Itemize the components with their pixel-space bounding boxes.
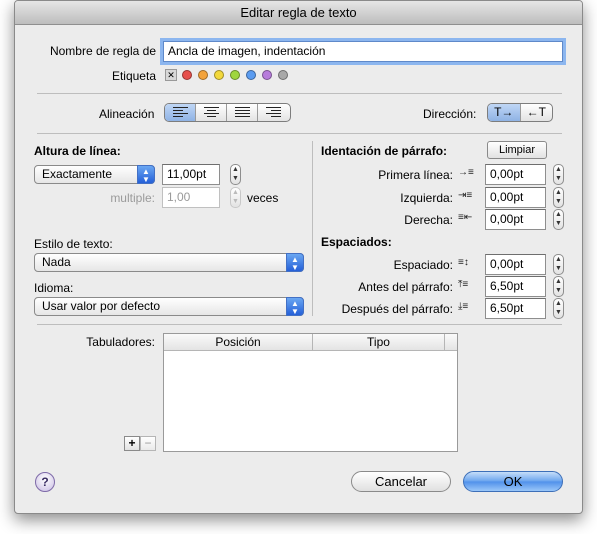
clear-button[interactable]: Limpiar: [487, 141, 547, 159]
direction-ltr-button[interactable]: T→: [488, 104, 521, 121]
add-tab-button[interactable]: +: [124, 436, 140, 451]
after-paragraph-label: Después del párrafo:: [341, 302, 453, 316]
tag-color-dot[interactable]: [246, 70, 256, 80]
tag-color-dot[interactable]: [278, 70, 288, 80]
separator: [37, 93, 562, 94]
before-paragraph-input[interactable]: 6,50pt: [485, 276, 546, 297]
popup-arrows-icon: ▲ ▼: [286, 253, 304, 272]
align-center-icon[interactable]: [196, 104, 227, 121]
spacing-heading: Espaciados:: [321, 235, 392, 249]
rule-name-input[interactable]: Ancla de imagen, indentación: [163, 41, 563, 62]
tag-none-icon[interactable]: ✕: [165, 69, 177, 81]
line-height-mode-value: Exactamente: [42, 167, 113, 181]
align-justify-icon[interactable]: [227, 104, 258, 121]
text-style-value: Nada: [42, 255, 71, 269]
right-indent-label: Derecha:: [404, 213, 453, 227]
alignment-segmented-control: [164, 103, 291, 122]
tag-color-dot[interactable]: [198, 70, 208, 80]
left-indent-label: Izquierda:: [400, 191, 453, 205]
line-spacing-icon: ≡↕: [458, 257, 469, 268]
direction-segmented-control: T→ ←T: [487, 103, 553, 122]
left-indent-stepper[interactable]: ▲ ▼: [553, 187, 564, 208]
tabs-table-header: Posición Tipo: [164, 334, 457, 351]
popup-arrows-icon: ▲ ▼: [137, 165, 155, 184]
after-paragraph-stepper[interactable]: ▲ ▼: [553, 298, 564, 319]
cancel-button[interactable]: Cancelar: [351, 471, 451, 492]
space-after-icon: ⤓≡: [458, 301, 469, 312]
spacing-input[interactable]: 0,00pt: [485, 254, 546, 275]
indent-heading: Identación de párrafo:: [321, 144, 448, 158]
rule-name-label: Nombre de regla de: [49, 44, 156, 58]
right-indent-icon: ≡⇤: [458, 212, 473, 223]
multiple-label: multiple:: [110, 191, 155, 205]
column-header-position[interactable]: Posición: [164, 334, 313, 350]
first-line-stepper[interactable]: ▲ ▼: [553, 164, 564, 185]
right-indent-input[interactable]: 0,00pt: [485, 209, 546, 230]
spacing-label: Espaciado:: [393, 258, 453, 272]
line-height-input[interactable]: 11,00pt: [162, 164, 220, 185]
multiple-input[interactable]: 1,00: [162, 187, 220, 208]
direction-label: Dirección:: [423, 107, 477, 121]
tag-color-dot[interactable]: [214, 70, 224, 80]
tabs-label: Tabuladores:: [86, 335, 155, 349]
column-header-type[interactable]: Tipo: [313, 334, 445, 350]
ok-button[interactable]: OK: [463, 471, 563, 492]
popup-arrows-icon: ▲ ▼: [286, 297, 304, 316]
text-style-popup[interactable]: Nada ▲ ▼: [34, 253, 304, 272]
tag-color-dot[interactable]: [230, 70, 240, 80]
tag-color-dot[interactable]: [262, 70, 272, 80]
edit-text-rule-dialog: Editar regla de texto Nombre de regla de…: [14, 0, 583, 514]
language-value: Usar valor por defecto: [42, 299, 161, 313]
left-indent-input[interactable]: 0,00pt: [485, 187, 546, 208]
before-paragraph-label: Antes del párrafo:: [358, 280, 453, 294]
line-height-mode-popup[interactable]: Exactamente ▲ ▼: [34, 165, 155, 184]
line-height-stepper[interactable]: ▲ ▼: [230, 164, 241, 185]
separator: [37, 133, 562, 134]
window-title: Editar regla de texto: [15, 1, 582, 25]
language-label: Idioma:: [34, 281, 74, 295]
tabs-table[interactable]: Posición Tipo: [163, 333, 458, 452]
help-button[interactable]: ?: [35, 472, 55, 492]
direction-rtl-button[interactable]: ←T: [521, 104, 553, 121]
remove-tab-button[interactable]: −: [140, 436, 156, 451]
first-line-indent-icon: →≡: [458, 167, 474, 178]
left-indent-icon: ⇥≡: [458, 190, 473, 201]
before-paragraph-stepper[interactable]: ▲ ▼: [553, 276, 564, 297]
separator: [37, 324, 562, 325]
tag-label: Etiqueta: [111, 69, 156, 83]
multiple-unit-label: veces: [247, 191, 279, 205]
text-style-label: Estilo de texto:: [34, 237, 113, 251]
tag-color-dot[interactable]: [182, 70, 192, 80]
first-line-label: Primera línea:: [378, 168, 453, 182]
after-paragraph-input[interactable]: 6,50pt: [485, 298, 546, 319]
language-popup[interactable]: Usar valor por defecto ▲ ▼: [34, 297, 304, 316]
space-before-icon: ⤒≡: [458, 279, 469, 290]
multiple-stepper[interactable]: ▲ ▼: [230, 187, 241, 208]
vertical-separator: [312, 141, 313, 316]
align-left-icon[interactable]: [165, 104, 196, 121]
line-height-heading: Altura de línea:: [34, 144, 121, 158]
first-line-input[interactable]: 0,00pt: [485, 164, 546, 185]
align-right-icon[interactable]: [258, 104, 289, 121]
right-indent-stepper[interactable]: ▲ ▼: [553, 209, 564, 230]
alignment-label: Alineación: [99, 107, 155, 121]
spacing-stepper[interactable]: ▲ ▼: [553, 254, 564, 275]
